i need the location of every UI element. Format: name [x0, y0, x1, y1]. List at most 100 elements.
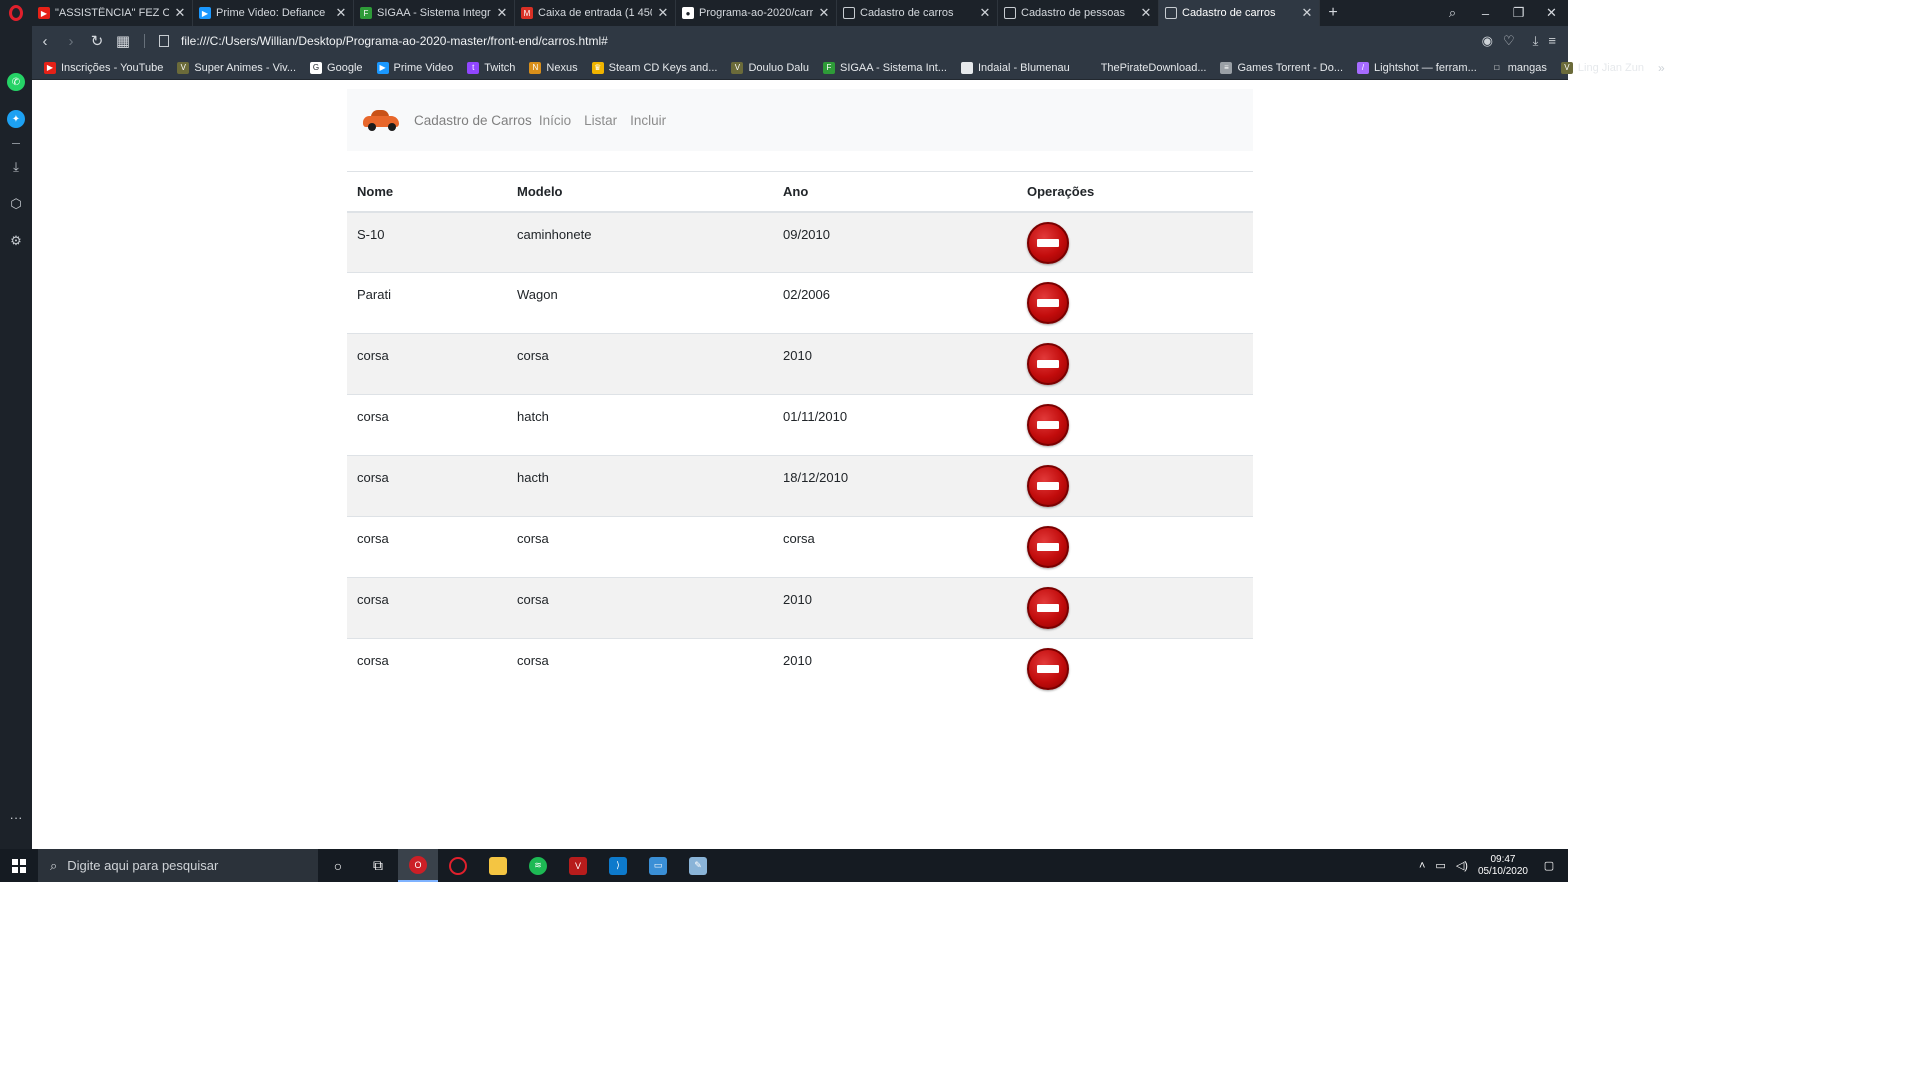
- clock-date: 05/10/2020: [1477, 865, 1528, 877]
- cell-modelo: caminhonete: [507, 211, 773, 273]
- bookmark-item[interactable]: F SIGAA - Sistema Int...: [822, 61, 955, 74]
- bookmark-item[interactable]: ♛ Steam CD Keys and...: [591, 61, 726, 74]
- download-icon[interactable]: ⤓: [1533, 33, 1539, 49]
- browser-tab[interactable]: ▶ "ASSISTÊNCIA" FEZ O CLIE ✕: [32, 0, 193, 26]
- tab-close-icon[interactable]: ✕: [1301, 5, 1313, 21]
- forward-button[interactable]: ›: [58, 33, 84, 50]
- browser-tab[interactable]: Cadastro de carros ✕: [837, 0, 998, 26]
- bookmarks-overflow-button[interactable]: »: [1658, 61, 1683, 75]
- tab-close-icon[interactable]: ✕: [496, 5, 508, 21]
- browser-tab[interactable]: Cadastro de carros ✕: [1159, 0, 1320, 26]
- back-button[interactable]: ‹: [32, 33, 58, 50]
- bookmark-item[interactable]: Indaial - Blumenau: [960, 61, 1078, 74]
- clock[interactable]: 09:47 05/10/2020: [1478, 854, 1528, 878]
- extensions-cube-icon[interactable]: ⬡: [7, 195, 25, 213]
- delete-button[interactable]: [1027, 282, 1069, 324]
- vscode-icon[interactable]: ⟩: [598, 849, 638, 882]
- cortana-icon[interactable]: ○: [318, 849, 358, 882]
- new-tab-button[interactable]: +: [1320, 0, 1346, 26]
- whatsapp-icon[interactable]: ✆: [7, 73, 25, 91]
- navbar-brand[interactable]: Cadastro de Carros: [414, 113, 532, 128]
- bookmark-item[interactable]: □ mangas: [1490, 61, 1555, 74]
- browser-tab[interactable]: M Caixa de entrada (1 450) - ✕: [515, 0, 676, 26]
- browser-tab[interactable]: ● Programa-ao-2020/carros. ✕: [676, 0, 837, 26]
- nav-link-listar[interactable]: Listar: [584, 113, 617, 128]
- tab-close-icon[interactable]: ✕: [979, 5, 991, 21]
- paint-icon[interactable]: ✎: [678, 849, 718, 882]
- reload-button[interactable]: ↻: [84, 32, 110, 50]
- chevron-up-icon[interactable]: ˄: [1419, 860, 1425, 872]
- url-field[interactable]: file:///C:/Users/Willian/Desktop/Program…: [181, 34, 1482, 48]
- search-tabs-icon[interactable]: ⌕: [1436, 5, 1469, 21]
- close-window-button[interactable]: ✕: [1535, 5, 1568, 21]
- settings-gear-icon[interactable]: ⚙: [7, 232, 25, 250]
- bookmark-item[interactable]: V Ling Jian Zun: [1560, 61, 1652, 74]
- restore-button[interactable]: ❐: [1502, 5, 1535, 21]
- delete-button[interactable]: [1027, 221, 1069, 264]
- bookmark-favicon-icon: t: [467, 61, 480, 74]
- remove-icon: [1037, 604, 1059, 612]
- taskbar-search[interactable]: ⌕ Digite aqui para pesquisar: [38, 849, 318, 882]
- minimize-button[interactable]: –: [1469, 6, 1502, 21]
- tab-close-icon[interactable]: ✕: [818, 5, 830, 21]
- opera-menu-button[interactable]: [0, 0, 32, 26]
- volume-icon[interactable]: ◁): [1456, 859, 1468, 872]
- more-options-icon[interactable]: ···: [7, 808, 25, 826]
- app-window-icon[interactable]: ▭: [638, 849, 678, 882]
- bookmark-item[interactable]: ≡ Games Torrent - Do...: [1220, 61, 1351, 74]
- downloads-icon[interactable]: ⤓: [7, 158, 25, 176]
- delete-button[interactable]: [1027, 465, 1069, 507]
- bookmark-item[interactable]: ThePirateDownload...: [1083, 61, 1215, 74]
- cell-ano: 2010: [773, 333, 1017, 395]
- bookmark-item[interactable]: ▶ Prime Video: [376, 61, 462, 74]
- cell-modelo: hatch: [507, 394, 773, 456]
- tab-grid-button[interactable]: ▦: [110, 32, 136, 50]
- bookmark-item[interactable]: N Nexus: [529, 61, 585, 74]
- tab-close-icon[interactable]: ✕: [1140, 5, 1152, 21]
- browser-tab[interactable]: Cadastro de pessoas ✕: [998, 0, 1159, 26]
- bookmark-favicon-icon: [960, 61, 973, 74]
- browser-tab[interactable]: F SIGAA - Sistema Integrado ✕: [354, 0, 515, 26]
- bookmark-label: Nexus: [546, 61, 578, 74]
- bookmark-favicon-icon: N: [529, 61, 542, 74]
- heart-icon[interactable]: ♡: [1503, 33, 1515, 49]
- notifications-icon[interactable]: ▢: [1538, 859, 1560, 872]
- bookmark-item[interactable]: t Twitch: [467, 61, 523, 74]
- tab-close-icon[interactable]: ✕: [335, 5, 347, 21]
- twitter-icon[interactable]: ✦: [7, 110, 25, 128]
- system-tray: ˄ ▭ ◁) 09:47 05/10/2020 ▢: [1419, 854, 1568, 878]
- spotify-icon[interactable]: ≋: [518, 849, 558, 882]
- nav-link-inicio[interactable]: Início: [539, 113, 571, 128]
- tab-title: Cadastro de carros: [860, 7, 954, 19]
- bookmark-item[interactable]: / Lightshot — ferram...: [1357, 61, 1485, 74]
- nav-link-incluir[interactable]: Incluir: [630, 113, 666, 128]
- voicemeeter-icon[interactable]: V: [558, 849, 598, 882]
- bookmark-item[interactable]: G Google: [310, 61, 370, 74]
- file-explorer-icon[interactable]: [478, 849, 518, 882]
- tab-favicon-icon: M: [521, 7, 533, 19]
- delete-button[interactable]: [1027, 587, 1069, 629]
- bookmark-item[interactable]: V Super Animes - Viv...: [177, 61, 304, 74]
- start-button[interactable]: [0, 849, 38, 882]
- tab-close-icon[interactable]: ✕: [174, 5, 186, 21]
- delete-button[interactable]: [1027, 343, 1069, 385]
- bookmark-item[interactable]: ▶ Inscrições - YouTube: [44, 61, 171, 74]
- delete-button[interactable]: [1027, 648, 1069, 690]
- opera-gx-taskbar-icon[interactable]: [438, 849, 478, 882]
- address-tools: ◉ ♡ ⤓ ≡: [1482, 33, 1568, 49]
- easy-setup-icon[interactable]: ≡: [1548, 33, 1556, 49]
- car-logo-icon[interactable]: [361, 104, 399, 136]
- network-icon[interactable]: ▭: [1435, 859, 1445, 872]
- tab-close-icon[interactable]: ✕: [657, 5, 669, 21]
- tab-favicon-icon: ▶: [199, 7, 211, 19]
- bookmark-item[interactable]: V Douluo Dalu: [731, 61, 817, 74]
- delete-button[interactable]: [1027, 526, 1069, 568]
- camera-icon[interactable]: ◉: [1482, 33, 1493, 49]
- opera-sidebar: ✆ ✦ ⤓ ⬡ ⚙ ···: [0, 26, 32, 849]
- delete-button[interactable]: [1027, 404, 1069, 446]
- task-view-icon[interactable]: ⧉: [358, 849, 398, 882]
- table-row: Parati Wagon 02/2006: [347, 272, 1253, 334]
- bookmark-favicon-icon: G: [310, 61, 323, 74]
- opera-taskbar-icon[interactable]: O: [398, 849, 438, 882]
- browser-tab[interactable]: ▶ Prime Video: Defiance ✕: [193, 0, 354, 26]
